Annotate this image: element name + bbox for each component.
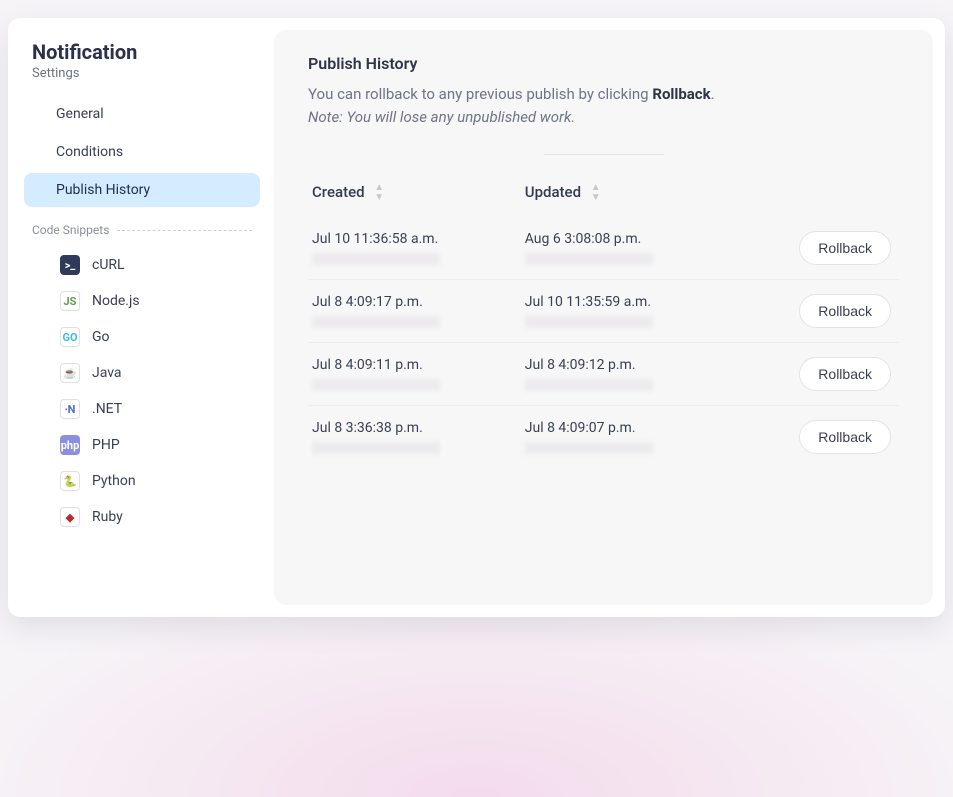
help-text: You can rollback to any previous publish…	[308, 83, 899, 130]
publish-history-panel: Publish History You can rollback to any …	[274, 30, 933, 605]
snippet-label: Python	[92, 473, 136, 489]
redacted-text	[312, 379, 440, 391]
table-row: Jul 8 3:36:38 p.m. Jul 8 4:09:07 p.m. Ro…	[308, 405, 899, 468]
snippet-label: Go	[92, 329, 110, 345]
ruby-icon: ◆	[60, 507, 80, 527]
note-label: Note:	[308, 108, 346, 126]
snippet-item-php[interactable]: php PHP	[28, 427, 260, 463]
code-snippets-label: Code Snippets	[32, 223, 109, 237]
python-icon: 🐍	[60, 471, 80, 491]
sidebar-item-publish-history[interactable]: Publish History	[24, 173, 260, 207]
rollback-button[interactable]: Rollback	[799, 420, 891, 454]
curl-icon: >_	[60, 255, 80, 275]
divider-line	[117, 230, 252, 231]
rollback-button[interactable]: Rollback	[799, 231, 891, 265]
snippet-label: Ruby	[92, 509, 123, 525]
sort-icon	[591, 183, 601, 203]
sidebar: Notification Settings General Conditions…	[8, 18, 268, 617]
snippet-item-python[interactable]: 🐍 Python	[28, 463, 260, 499]
php-icon: php	[60, 435, 80, 455]
column-header-updated[interactable]: Updated	[521, 183, 757, 217]
dotnet-icon: ∙N	[60, 399, 80, 419]
page-title: Publish History	[308, 54, 899, 73]
snippet-label: PHP	[92, 437, 120, 453]
go-icon: GO	[60, 327, 80, 347]
snippet-item-nodejs[interactable]: JS Node.js	[28, 283, 260, 319]
rollback-button[interactable]: Rollback	[799, 294, 891, 328]
snippet-item-go[interactable]: GO Go	[28, 319, 260, 355]
table-row: Jul 8 4:09:17 p.m. Jul 10 11:35:59 a.m. …	[308, 279, 899, 342]
snippet-label: .NET	[92, 401, 122, 417]
created-timestamp: Jul 8 4:09:11 p.m.	[312, 357, 513, 373]
snippet-item-ruby[interactable]: ◆ Ruby	[28, 499, 260, 535]
sidebar-title: Notification	[32, 40, 260, 64]
redacted-text	[525, 253, 653, 265]
created-timestamp: Jul 8 4:09:17 p.m.	[312, 294, 513, 310]
created-timestamp: Jul 8 3:36:38 p.m.	[312, 420, 513, 436]
code-snippets-divider: Code Snippets	[32, 223, 252, 237]
snippet-label: Java	[92, 365, 122, 381]
table-row: Jul 10 11:36:58 a.m. Aug 6 3:08:08 p.m. …	[308, 217, 899, 280]
updated-timestamp: Aug 6 3:08:08 p.m.	[525, 231, 749, 247]
sidebar-item-general[interactable]: General	[24, 97, 260, 131]
column-label: Created	[312, 183, 365, 201]
app-card: Notification Settings General Conditions…	[8, 18, 945, 617]
created-timestamp: Jul 10 11:36:58 a.m.	[312, 231, 513, 247]
help-suffix: .	[711, 85, 715, 103]
main-area: Publish History You can rollback to any …	[268, 18, 945, 617]
snippet-item-dotnet[interactable]: ∙N .NET	[28, 391, 260, 427]
column-label: Updated	[525, 183, 581, 201]
sidebar-item-conditions[interactable]: Conditions	[24, 135, 260, 169]
snippet-item-curl[interactable]: >_ cURL	[28, 247, 260, 283]
column-header-created[interactable]: Created	[308, 183, 521, 217]
redacted-text	[312, 442, 440, 454]
java-icon: ☕	[60, 363, 80, 383]
sidebar-subtitle: Settings	[32, 66, 260, 81]
code-snippets-list: >_ cURL JS Node.js GO Go ☕ Java ∙N .NET …	[28, 247, 260, 535]
publish-history-table: Created Updated Jul 10 11:36:58 a.m.	[308, 183, 899, 468]
snippet-label: cURL	[92, 257, 125, 273]
snippet-label: Node.js	[92, 293, 140, 309]
help-bold: Rollback	[652, 85, 710, 103]
table-header-row: Created Updated	[308, 183, 899, 217]
sort-icon	[374, 183, 384, 203]
updated-timestamp: Jul 8 4:09:07 p.m.	[525, 420, 749, 436]
settings-nav: General Conditions Publish History	[24, 97, 260, 207]
snippet-item-java[interactable]: ☕ Java	[28, 355, 260, 391]
redacted-text	[525, 379, 653, 391]
help-prefix: You can rollback to any previous publish…	[308, 85, 652, 103]
updated-timestamp: Jul 10 11:35:59 a.m.	[525, 294, 749, 310]
updated-timestamp: Jul 8 4:09:12 p.m.	[525, 357, 749, 373]
section-divider	[544, 154, 664, 155]
redacted-text	[312, 253, 440, 265]
table-row: Jul 8 4:09:11 p.m. Jul 8 4:09:12 p.m. Ro…	[308, 342, 899, 405]
redacted-text	[525, 442, 653, 454]
nodejs-icon: JS	[60, 291, 80, 311]
redacted-text	[525, 316, 653, 328]
note-text: You will lose any unpublished work.	[346, 108, 575, 126]
column-header-actions	[757, 183, 899, 217]
rollback-button[interactable]: Rollback	[799, 357, 891, 391]
redacted-text	[312, 316, 440, 328]
